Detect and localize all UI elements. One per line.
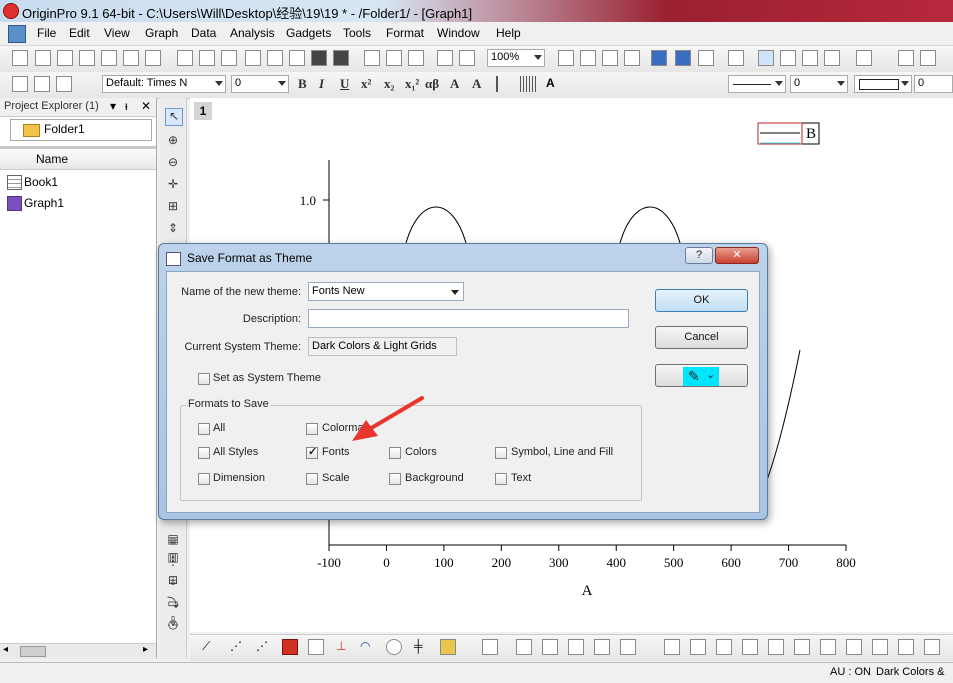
colors-label: Colors [405, 446, 437, 458]
help-button[interactable]: ? [685, 247, 713, 264]
chevron-down-icon [451, 290, 459, 295]
template-icon[interactable] [440, 639, 456, 655]
background-checkbox[interactable] [389, 473, 401, 485]
grid-plot-icon[interactable] [308, 639, 324, 655]
line-symbol-plot-icon[interactable]: ⋰ [256, 639, 272, 655]
move-icon[interactable] [898, 639, 914, 655]
set-system-theme-label: Set as System Theme [213, 372, 322, 384]
cancel-button[interactable]: Cancel [655, 326, 748, 349]
x-tick-label: 100 [434, 555, 454, 570]
dimension-checkbox[interactable] [198, 473, 210, 485]
colormap-label: Colormap [322, 422, 370, 434]
dialog-icon [166, 252, 181, 266]
current-theme-value: Dark Colors & Light Grids [308, 337, 457, 356]
symbol-line-fill-label: Symbol, Line and Fill [511, 446, 614, 458]
x-tick-label: 0 [383, 555, 390, 570]
area-plot-icon[interactable]: ◠ [360, 639, 376, 655]
line-plot-icon[interactable]: ⟋ [202, 639, 218, 655]
rotate-icon[interactable] [794, 639, 810, 655]
x-tick-label: 800 [836, 555, 856, 570]
theme-name-label: Name of the new theme: [181, 286, 301, 298]
series-b-line [405, 206, 467, 244]
scale-label: Scale [322, 472, 350, 484]
ternary-icon[interactable] [716, 639, 732, 655]
3d-plot-icon[interactable] [482, 639, 498, 655]
save-format-dialog: Save Format as Theme ? ✕ Name of the new… [158, 243, 768, 520]
all-styles-label: All Styles [213, 446, 259, 458]
image-plot-icon[interactable] [690, 639, 706, 655]
x-ticks: -100 0 100 200 300 400 500 600 700 800 [317, 545, 856, 570]
double-chevron-down-icon: ⌄ [706, 369, 716, 381]
column-plot-icon[interactable] [282, 639, 298, 655]
scatter-plot-icon[interactable]: ⋰ [230, 639, 246, 655]
fonts-label: Fonts [322, 446, 350, 458]
3d-ribbon-icon[interactable] [594, 639, 610, 655]
current-theme-label: Current System Theme: [184, 341, 301, 353]
theme-name-value: Fonts New [312, 285, 365, 297]
text-checkbox[interactable] [495, 473, 507, 485]
edit-theme-button[interactable]: ✎ ⌄ [655, 364, 748, 387]
3d-bar-icon[interactable] [542, 639, 558, 655]
resize-icon[interactable] [872, 639, 888, 655]
3d-wire-icon[interactable] [568, 639, 584, 655]
ok-button[interactable]: OK [655, 289, 748, 312]
flip-icon[interactable] [846, 639, 862, 655]
y-tick-label: 1.0 [300, 193, 316, 208]
all-styles-checkbox[interactable] [198, 447, 210, 459]
all-label: All [213, 422, 226, 434]
series-b-line [619, 206, 681, 244]
theme-name-combo[interactable]: Fonts New [308, 282, 464, 301]
set-system-theme-checkbox[interactable] [198, 373, 210, 385]
graph-toolbar: ⟋ ⋰ ⋰ ⊥ ◠ ╪ [190, 634, 953, 661]
description-label: Description: [242, 313, 301, 325]
colors-checkbox[interactable] [389, 447, 401, 459]
description-input[interactable] [308, 309, 629, 328]
x-tick-label: 400 [606, 555, 626, 570]
fonts-checkbox[interactable] [306, 445, 318, 459]
box-plot-icon[interactable]: ⊥ [336, 639, 352, 655]
scale-checkbox[interactable] [306, 473, 318, 485]
x-tick-label: 600 [721, 555, 741, 570]
pie-plot-icon[interactable] [386, 639, 402, 655]
x-tick-label: 700 [779, 555, 799, 570]
x-tick-label: 500 [664, 555, 684, 570]
all-checkbox[interactable] [198, 423, 210, 435]
contour-icon[interactable] [664, 639, 680, 655]
close-button[interactable]: ✕ [715, 247, 759, 264]
3d-surface-icon[interactable] [516, 639, 532, 655]
status-theme: Dark Colors & [876, 666, 945, 678]
dialog-title: Save Format as Theme [187, 251, 313, 265]
polar-icon[interactable] [768, 639, 784, 655]
dialog-client-area: Name of the new theme: Fonts New Descrip… [166, 271, 760, 513]
perspective-icon[interactable] [924, 639, 940, 655]
colormap-checkbox[interactable] [306, 423, 318, 435]
dimension-label: Dimension [213, 472, 265, 484]
legend-label: B [806, 126, 816, 142]
status-bar: AU : ON Dark Colors & [0, 662, 953, 683]
status-autoupdate: AU : ON [830, 666, 871, 678]
x-tick-label: 300 [549, 555, 569, 570]
vector-icon[interactable] [742, 639, 758, 655]
x-tick-label: 200 [492, 555, 512, 570]
tilt-icon[interactable] [820, 639, 836, 655]
text-label: Text [511, 472, 532, 484]
stock-plot-icon[interactable]: ╪ [414, 639, 430, 655]
background-label: Background [405, 472, 464, 484]
symbol-line-fill-checkbox[interactable] [495, 447, 507, 459]
x-axis-title: A [582, 583, 593, 599]
series-b-line [765, 349, 801, 484]
x-tick-label: -100 [317, 555, 341, 570]
formats-group-label: Formats to Save [186, 398, 271, 410]
pencil-icon: ✎ [688, 368, 700, 384]
3d-wall-icon[interactable] [620, 639, 636, 655]
